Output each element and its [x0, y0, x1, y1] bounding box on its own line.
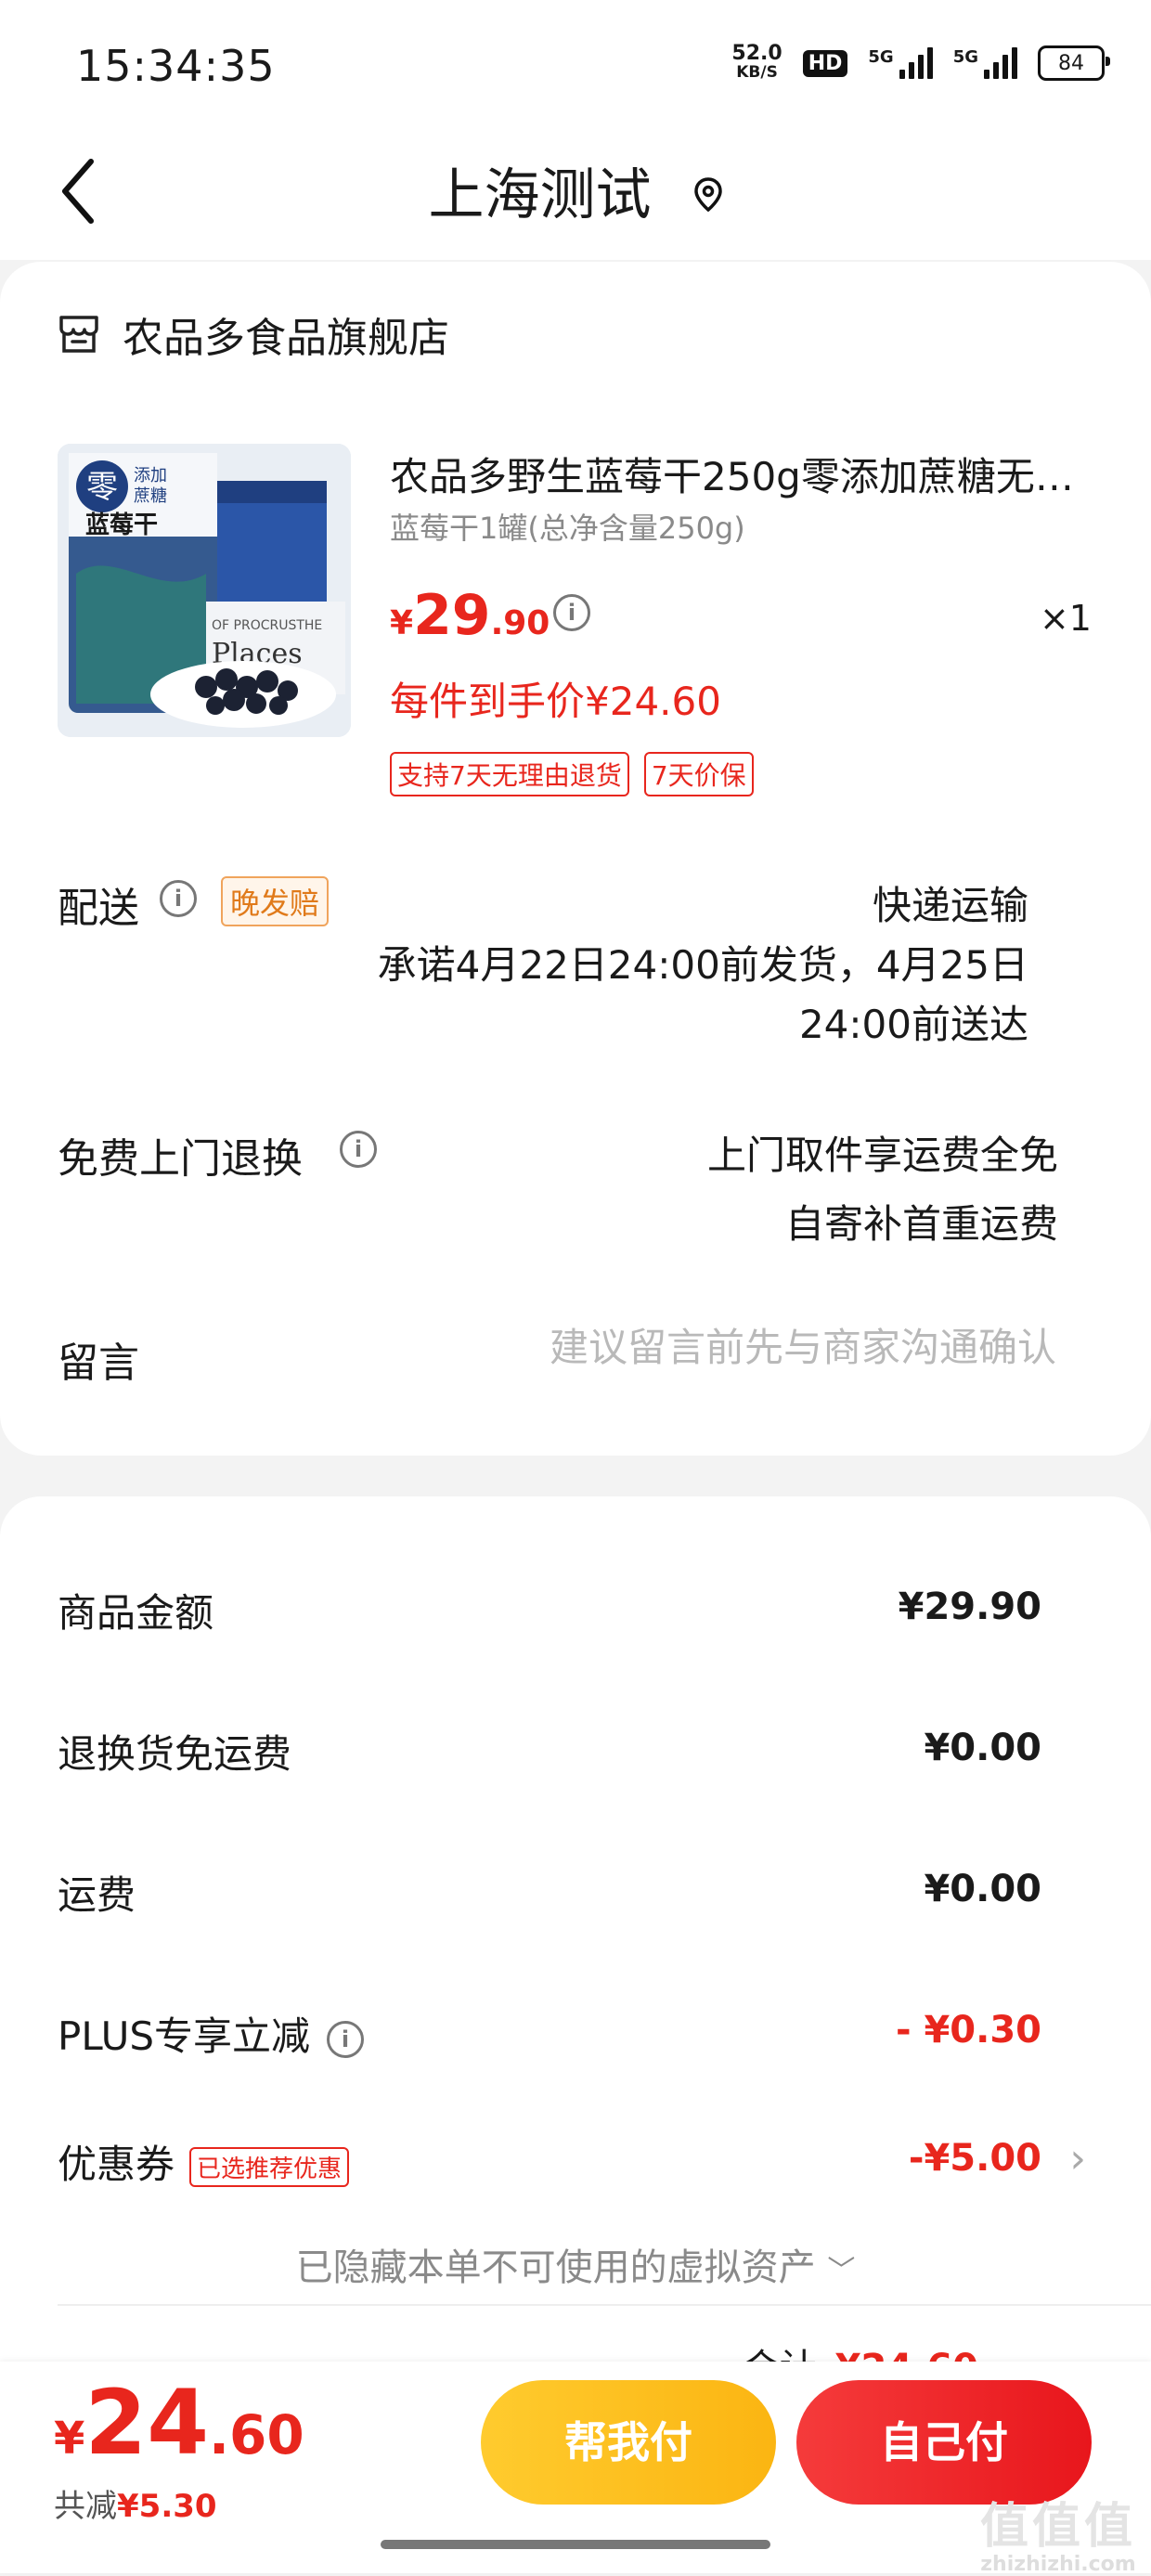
product-price: ¥29.90: [390, 583, 550, 648]
return-line2: 自寄补首重运费: [784, 1201, 1058, 1247]
tag-7day-return: 支持7天无理由退货: [390, 752, 629, 796]
store-name: 农品多食品旗舰店: [123, 315, 449, 362]
return-info-icon[interactable]: i: [340, 1131, 377, 1168]
signal-5g-icon: 5G: [868, 47, 933, 79]
final-unit-price: 每件到手价¥24.60: [390, 679, 721, 724]
coupon-recommended-tag: 已选推荐优惠: [189, 2147, 350, 2187]
location-pin-icon: [693, 177, 722, 213]
hidden-assets-toggle[interactable]: 已隐藏本单不可使用的虚拟资产 ﹀: [0, 2237, 1151, 2291]
status-time: 15:34:35: [76, 41, 276, 91]
battery-icon: 84: [1038, 45, 1110, 81]
nav-bar: 上海测试: [0, 130, 1151, 260]
goods-amount-row: 商品金额 ¥29.90: [58, 1586, 1041, 1636]
home-indicator[interactable]: [381, 2540, 770, 2549]
payable-amount: ¥24.60: [54, 2371, 304, 2475]
tag-price-protect: 7天价保: [643, 752, 754, 796]
network-speed: 52.0 KB/S: [731, 42, 782, 83]
product-title[interactable]: 农品多野生蓝莓干250g零添加蔗糖无添加剂: [390, 446, 1095, 502]
image-product-name: 蓝莓干: [85, 511, 158, 539]
return-line1: 上门取件享运费全免: [706, 1133, 1058, 1178]
late-compensation-badge: 晚发赔: [221, 876, 330, 926]
message-label: 留言: [58, 1340, 139, 1387]
hd-voice-icon: HD: [802, 49, 848, 77]
chevron-down-icon: ﹀: [827, 2255, 856, 2287]
product-image[interactable]: 零 添加 蔗糖 蓝莓干 OF PROCRUSTHE Places: [58, 444, 351, 737]
price-info-icon[interactable]: i: [553, 594, 590, 631]
badge-line2: 蔗糖: [134, 486, 167, 506]
checkout-bar: ¥24.60 共减¥5.30 帮我付 自己付 值值值 zhizhizhi.com: [0, 2362, 1151, 2576]
service-tags: 支持7天无理由退货 7天价保: [390, 752, 754, 796]
status-icons: 52.0 KB/S HD 5G 5G 84: [731, 42, 1110, 83]
help-me-pay-button[interactable]: 帮我付: [481, 2380, 776, 2505]
shipping-row: 运费 ¥0.00: [58, 1868, 1041, 1918]
store-header[interactable]: 农品多食品旗舰店: [58, 304, 449, 364]
coupon-row[interactable]: 优惠券 已选推荐优惠 -¥5.00 ›: [58, 2133, 1086, 2190]
chevron-right-icon: ›: [1069, 2135, 1086, 2182]
delivery-promise-1: 承诺4月22日24:00前发货，4月25日: [377, 942, 1028, 988]
message-input[interactable]: [405, 1324, 1058, 1371]
status-bar: 15:34:35 52.0 KB/S HD 5G 5G 84: [0, 0, 1151, 130]
delivery-promise-2: 24:00前送达: [798, 1002, 1028, 1047]
page-title: 上海测试: [428, 162, 652, 228]
signal-5g-icon-2: 5G: [953, 47, 1017, 79]
delivery-method: 快递运输: [872, 883, 1028, 928]
plus-discount-value: - ¥0.30: [895, 2009, 1041, 2052]
return-service-label: 免费上门退换: [58, 1135, 303, 1183]
plus-discount-row: PLUS专享立减 i - ¥0.30: [58, 2009, 1041, 2059]
return-service-details: 上门取件享运费全免 自寄补首重运费: [707, 1121, 1058, 1259]
delivery-info-icon[interactable]: i: [160, 880, 197, 917]
plus-info-icon[interactable]: i: [327, 2020, 365, 2058]
product-photo: 零 添加 蔗糖 蓝莓干 OF PROCRUSTHE Places: [58, 444, 351, 737]
return-shipping-row: 退换货免运费 ¥0.00: [58, 1727, 1041, 1777]
image-can-text1: OF PROCRUSTHE: [212, 618, 322, 633]
order-card: 农品多食品旗舰店 零 添加 蔗糖 蓝莓干 OF PROCRUSTHE Place…: [0, 262, 1151, 1456]
divider: [58, 2304, 1151, 2306]
badge-char: 零: [86, 469, 118, 506]
delivery-details[interactable]: 快递运输 承诺4月22日24:00前发货，4月25日 24:00前送达: [360, 876, 1028, 1055]
coupon-value: -¥5.00: [908, 2137, 1041, 2180]
pay-myself-button[interactable]: 自己付: [796, 2380, 1092, 2505]
return-shipping-value: ¥0.00: [924, 1727, 1041, 1769]
goods-amount-value: ¥29.90: [898, 1586, 1041, 1628]
total-saved: 共减¥5.30: [54, 2488, 217, 2525]
delivery-label: 配送: [58, 885, 139, 932]
shipping-value: ¥0.00: [924, 1868, 1041, 1910]
product-quantity: ×1: [1039, 598, 1092, 639]
store-icon: [59, 316, 98, 353]
badge-line1: 添加: [134, 466, 167, 485]
location-selector[interactable]: 上海测试: [0, 150, 1151, 237]
watermark: 值值值 zhizhizhi.com: [979, 2499, 1136, 2576]
product-spec[interactable]: 蓝莓干1罐(总净含量250g): [390, 505, 745, 548]
